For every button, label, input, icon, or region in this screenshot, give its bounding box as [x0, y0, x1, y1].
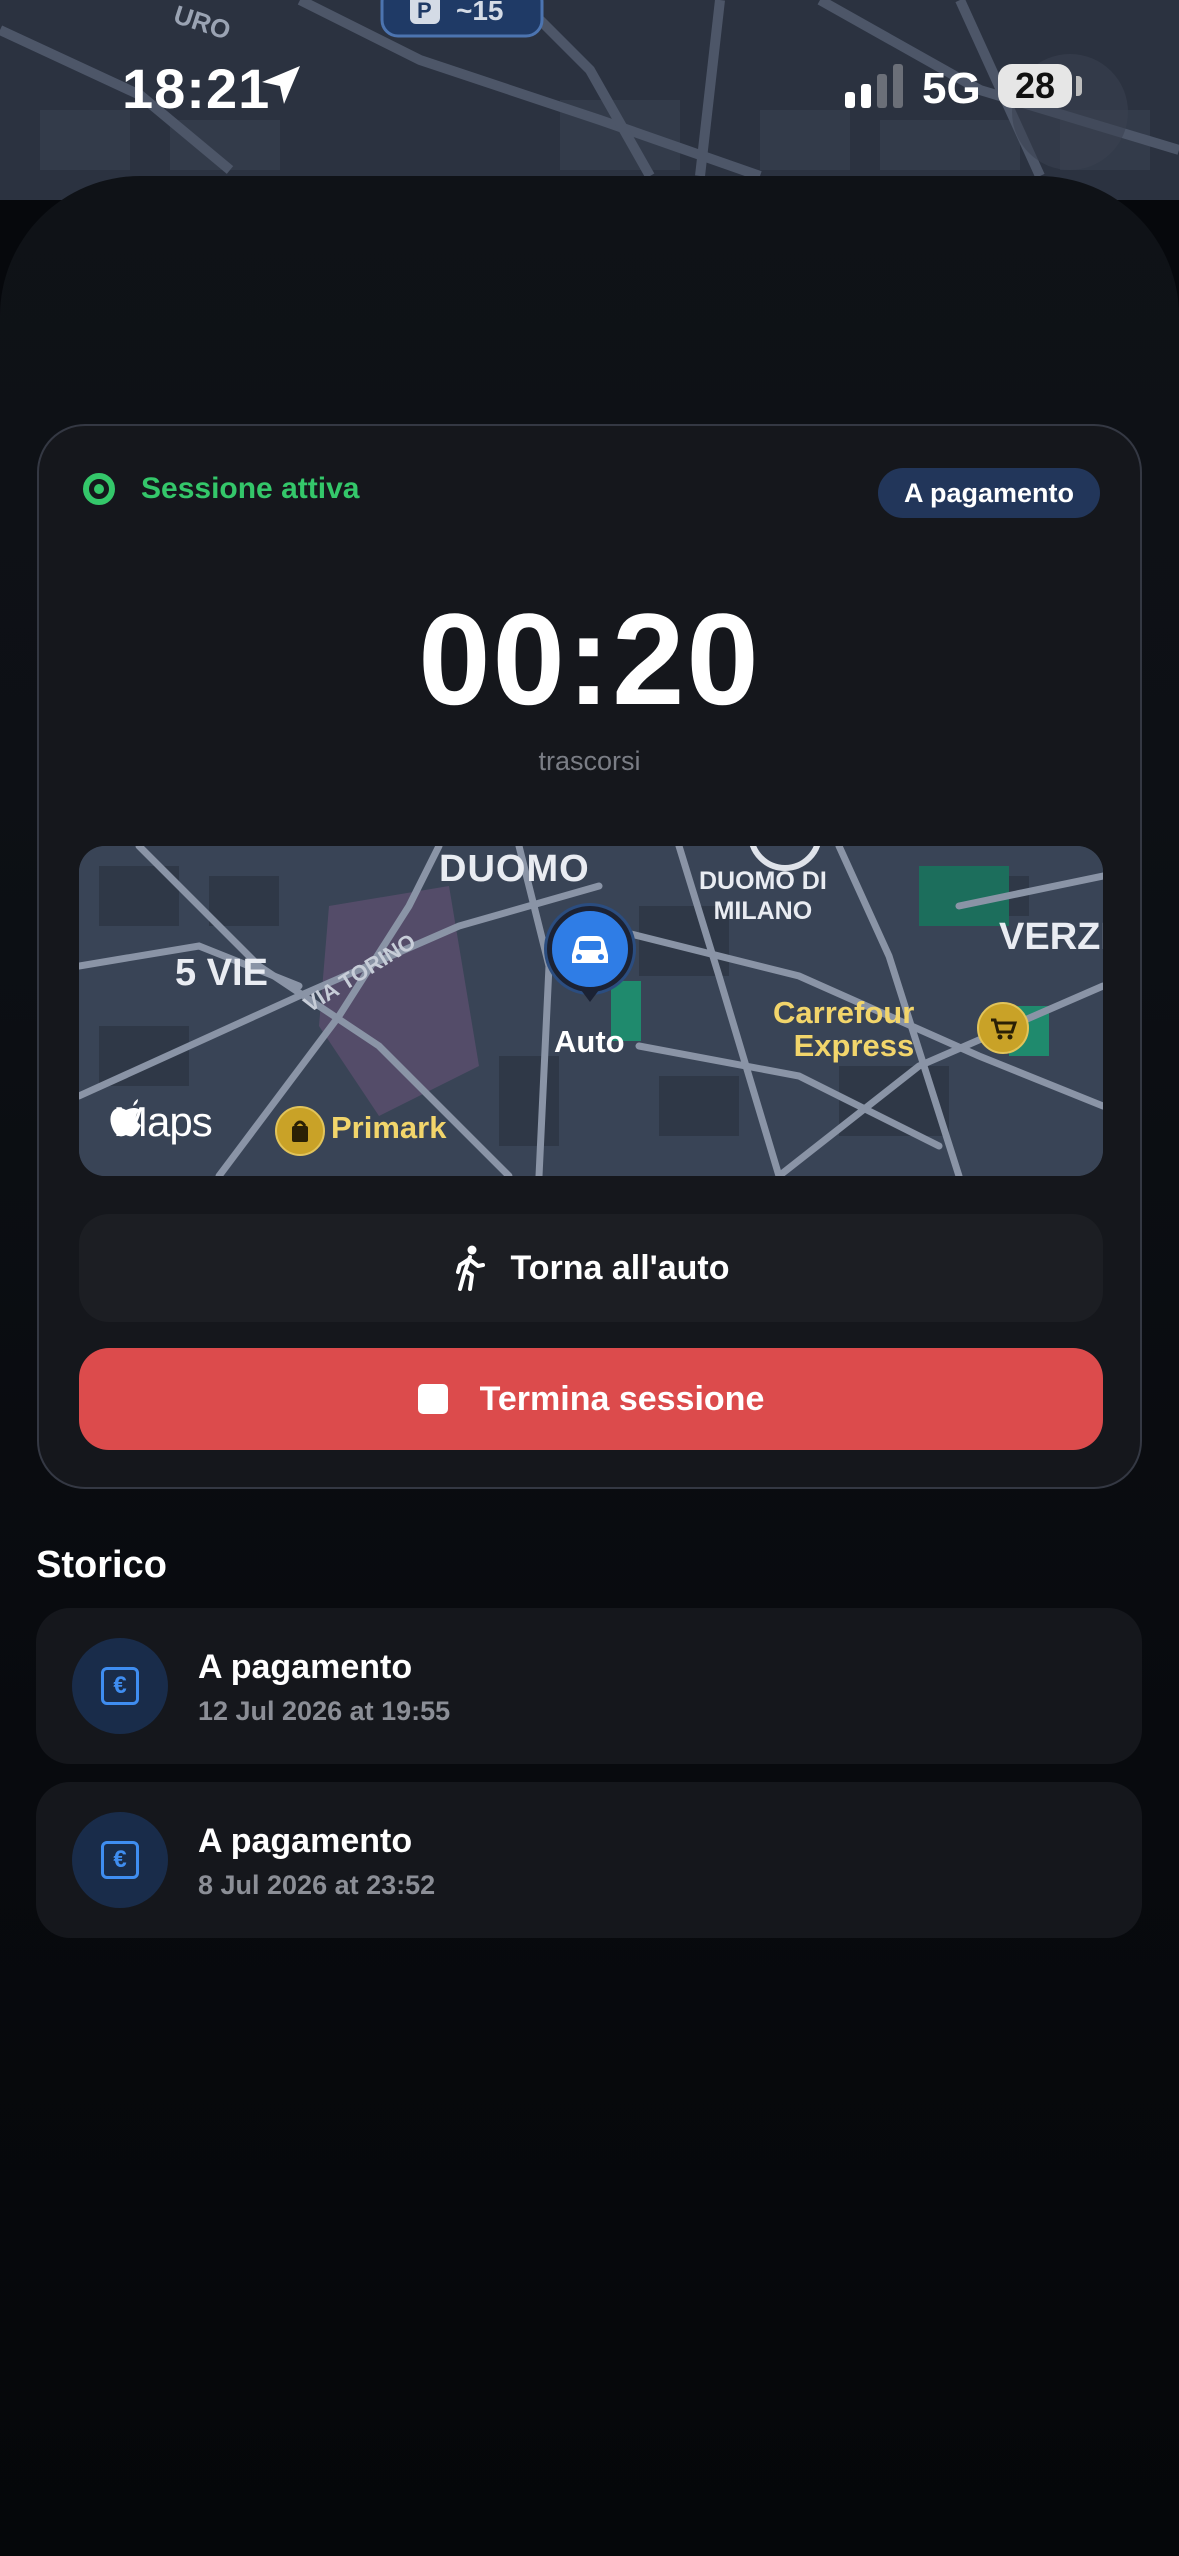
map-label-verziere: VERZI — [999, 916, 1103, 958]
stop-icon — [417, 1384, 448, 1414]
map-label-auto: Auto — [554, 1024, 625, 1059]
map-label-carrefour-line1: Carrefour — [773, 995, 915, 1030]
map-label-duomo-di-milano-line1: DUOMO DI — [699, 867, 827, 895]
map-label-carrefour-line2: Express — [793, 1028, 915, 1063]
session-status: Sessione attiva — [83, 472, 359, 506]
map-label-duomo-di-milano-line2: MILANO — [713, 897, 813, 925]
shopping-cart-icon — [977, 1002, 1029, 1054]
map-label-carrefour-express: Carrefour Express — [773, 996, 914, 1062]
screen: URO P ~15 18:21 5G 28 Sessione attiva A … — [0, 0, 1179, 2556]
active-session-card: Sessione attiva A pagamento 00:20 trasco… — [37, 424, 1142, 1489]
shopping-bag-icon — [275, 1106, 325, 1156]
walking-person-icon — [456, 1245, 486, 1291]
session-status-label: Sessione attiva — [141, 472, 360, 505]
end-session-button[interactable]: Termina sessione — [79, 1348, 1103, 1450]
history-item[interactable]: € A pagamento 12 Jul 2026 at 19:55 — [36, 1608, 1142, 1764]
history-item-date: 8 Jul 2026 at 23:52 — [198, 1870, 436, 1900]
battery-tip — [1076, 76, 1082, 96]
history-item-name: A pagamento — [198, 1648, 413, 1686]
history-list: € A pagamento 12 Jul 2026 at 19:55 € A p… — [36, 1608, 1142, 1956]
location-arrow-icon — [262, 66, 300, 104]
cellular-signal-icon — [845, 64, 903, 108]
map-label-5-vie: 5 VIE — [175, 952, 268, 994]
map-streets — [79, 846, 1103, 1176]
euro-icon: € — [101, 1667, 139, 1705]
map-label-duomo: DUOMO — [439, 848, 590, 890]
back-to-car-label: Torna all'auto — [510, 1248, 730, 1287]
car-pin-tail — [581, 990, 599, 1002]
apple-logo-icon — [110, 1099, 141, 1137]
elapsed-timer: 00:20 — [418, 586, 761, 732]
map-label-duomo-di-milano: DUOMO DI MILANO — [699, 866, 827, 926]
end-session-label: Termina sessione — [479, 1379, 765, 1418]
status-time: 18:21 — [122, 57, 271, 120]
history-item-date: 12 Jul 2026 at 19:55 — [198, 1696, 451, 1726]
history-title: Storico — [36, 1544, 167, 1586]
apple-maps-logo: Maps — [109, 1098, 213, 1146]
network-type: 5G — [922, 64, 981, 113]
elapsed-caption: trascorsi — [538, 746, 641, 776]
car-location-map[interactable]: DUOMO DUOMO DI MILANO VERZI 5 VIE VIA TO… — [79, 846, 1103, 1176]
euro-icon: € — [101, 1841, 139, 1879]
history-item[interactable]: € A pagamento 8 Jul 2026 at 23:52 — [36, 1782, 1142, 1938]
back-to-car-button[interactable]: Torna all'auto — [79, 1214, 1103, 1322]
car-pin-icon[interactable] — [547, 906, 633, 992]
history-item-name: A pagamento — [198, 1822, 413, 1860]
battery-indicator: 28 — [998, 64, 1072, 108]
status-bar: 18:21 5G 28 — [0, 0, 1179, 176]
parking-type-badge: A pagamento — [877, 468, 1100, 518]
map-label-primark: Primark — [331, 1110, 447, 1145]
history-item-icon: € — [72, 1812, 168, 1908]
active-status-dot-icon — [83, 473, 115, 505]
history-item-icon: € — [72, 1638, 168, 1734]
